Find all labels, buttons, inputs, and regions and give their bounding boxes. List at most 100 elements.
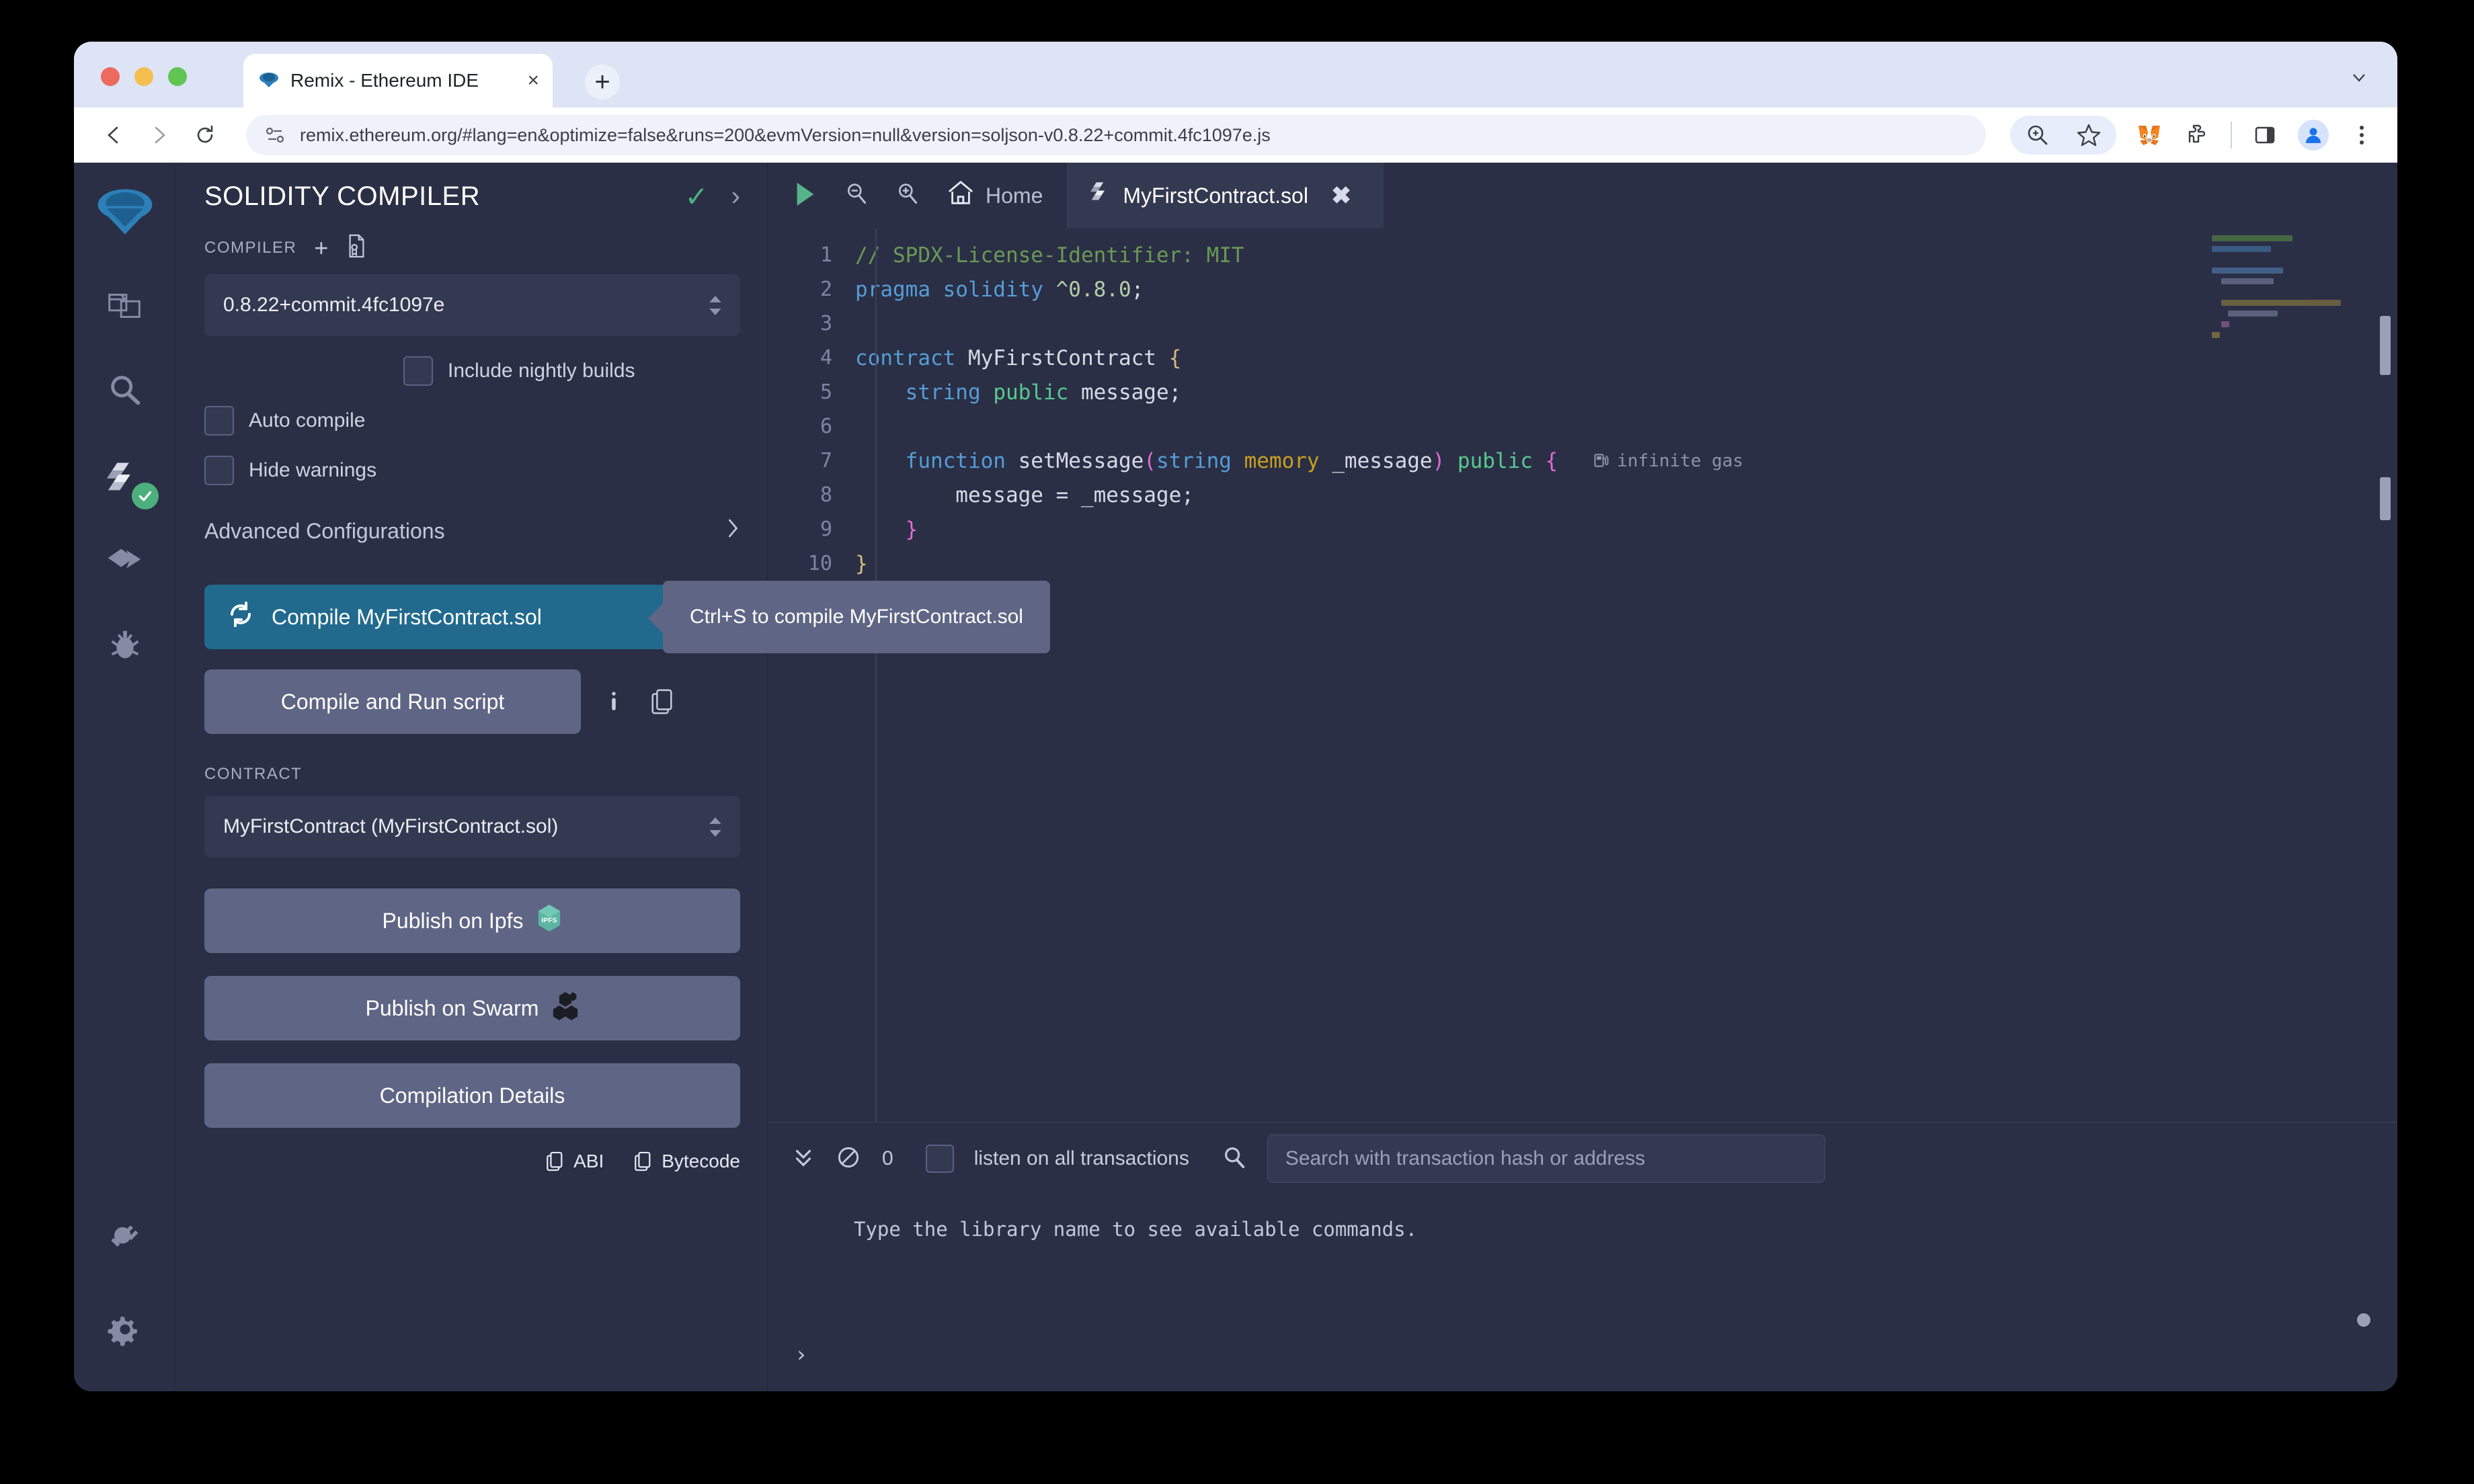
compiler-label-row: COMPILER + xyxy=(204,233,740,262)
minimize-window-button[interactable] xyxy=(134,67,153,86)
listen-all-transactions-checkbox[interactable] xyxy=(926,1145,954,1173)
remix-logo-icon[interactable] xyxy=(90,177,160,247)
screen: Remix - Ethereum IDE × + xyxy=(0,0,2474,1484)
home-label: Home xyxy=(986,183,1043,208)
sidebar-item-file-explorer[interactable] xyxy=(90,272,160,341)
double-chevron-down-icon[interactable] xyxy=(792,1143,815,1175)
browser-tab[interactable]: Remix - Ethereum IDE × xyxy=(243,54,553,108)
site-settings-icon[interactable] xyxy=(264,124,286,147)
code-editor[interactable]: 1// SPDX-License-Identifier: MIT 2pragma … xyxy=(768,229,2397,1122)
editor-tool-icons: Home xyxy=(768,179,1067,212)
zoom-in-icon[interactable] xyxy=(2022,120,2053,151)
publish-on-swarm-label: Publish on Swarm xyxy=(366,996,539,1021)
close-icon[interactable]: × xyxy=(527,71,539,91)
abi-bytecode-row: ABI Bytecode xyxy=(204,1151,740,1172)
remix-logo-icon xyxy=(257,69,281,93)
code-line: 8 message = _message; xyxy=(768,478,2397,512)
chevron-right-icon[interactable]: › xyxy=(731,181,740,212)
hide-warnings-checkbox[interactable] xyxy=(204,456,234,485)
page-title: SOLIDITY COMPILER xyxy=(204,181,480,212)
abi-label: ABI xyxy=(573,1151,604,1172)
reload-button[interactable] xyxy=(186,116,225,155)
new-tab-button[interactable]: + xyxy=(585,65,620,99)
side-panel-icon[interactable] xyxy=(2249,120,2280,151)
zoom-bookmark-pill xyxy=(2010,116,2116,155)
code-line: 10} xyxy=(768,546,2397,581)
close-window-button[interactable] xyxy=(101,67,120,86)
code-text: contract MyFirstContract { xyxy=(855,346,1181,370)
address-bar[interactable]: remix.ethereum.org/#lang=en&optimize=fal… xyxy=(246,115,1986,155)
terminal-body[interactable]: Type the library name to see available c… xyxy=(768,1195,2397,1391)
info-icon[interactable] xyxy=(598,686,629,717)
zoom-in-icon[interactable] xyxy=(895,181,920,211)
compile-success-check-icon: ✓ xyxy=(684,180,708,213)
sidebar-item-debugger[interactable] xyxy=(90,610,160,680)
zoom-out-icon[interactable] xyxy=(844,181,869,211)
code-line: 2pragma solidity ^0.8.0; xyxy=(768,272,2397,306)
compiler-version-value: 0.8.22+commit.4fc1097e xyxy=(223,294,444,317)
bookmark-star-icon[interactable] xyxy=(2073,120,2104,151)
sidebar-item-settings[interactable] xyxy=(90,1294,160,1364)
sidebar-item-deploy-run[interactable] xyxy=(90,526,160,595)
run-script-icon[interactable] xyxy=(792,180,817,212)
browser-window: Remix - Ethereum IDE × + xyxy=(74,42,2397,1391)
auto-compile-checkbox[interactable] xyxy=(204,406,234,436)
editor-scrollbar-thumb-lower[interactable] xyxy=(2380,477,2391,520)
transaction-search-input[interactable]: Search with transaction hash or address xyxy=(1267,1135,1825,1183)
compile-button-wrapper: Compile MyFirstContract.sol Ctrl+S to co… xyxy=(204,585,740,649)
sidebar-item-search[interactable] xyxy=(90,356,160,426)
profile-avatar[interactable] xyxy=(2298,120,2329,151)
clear-console-icon[interactable] xyxy=(835,1144,862,1174)
copy-abi-button[interactable]: ABI xyxy=(545,1151,604,1172)
home-button[interactable]: Home xyxy=(947,179,1043,212)
include-nightly-builds-checkbox[interactable] xyxy=(403,356,433,386)
panel-header-actions: ✓ › xyxy=(684,180,740,213)
swarm-icon xyxy=(552,991,579,1026)
compile-and-run-script-button[interactable]: Compile and Run script xyxy=(204,669,581,734)
browser-menu-icon[interactable] xyxy=(2346,120,2377,151)
close-icon[interactable]: ✖ xyxy=(1331,181,1351,210)
publish-on-swarm-button[interactable]: Publish on Swarm xyxy=(204,976,740,1040)
line-number: 1 xyxy=(768,243,855,267)
compiler-label: COMPILER xyxy=(204,239,296,257)
line-number: 3 xyxy=(768,312,855,335)
line-number: 4 xyxy=(768,346,855,370)
tab-strip-chevron-icon[interactable] xyxy=(2350,69,2368,91)
sidebar-item-plugin-manager[interactable] xyxy=(90,1200,160,1270)
code-text: } xyxy=(855,518,918,542)
copy-icon[interactable] xyxy=(647,686,678,717)
search-icon[interactable] xyxy=(1222,1145,1247,1173)
chevron-right-icon[interactable] xyxy=(725,518,740,544)
contract-select[interactable]: MyFirstContract (MyFirstContract.sol) xyxy=(204,796,740,858)
window-controls[interactable] xyxy=(101,67,187,86)
editor-scrollbar-thumb[interactable] xyxy=(2380,316,2391,375)
add-compiler-icon[interactable]: + xyxy=(314,234,328,262)
metamask-icon[interactable] xyxy=(2134,120,2165,151)
hide-warnings-row[interactable]: Hide warnings xyxy=(204,456,740,485)
editor-file-tab[interactable]: MyFirstContract.sol ✖ xyxy=(1068,163,1384,229)
browser-tab-strip: Remix - Ethereum IDE × + xyxy=(74,42,2397,108)
compiler-version-select[interactable]: 0.8.22+commit.4fc1097e xyxy=(204,274,740,336)
maximize-window-button[interactable] xyxy=(168,67,187,86)
copy-bytecode-button[interactable]: Bytecode xyxy=(633,1151,740,1172)
url-text: remix.ethereum.org/#lang=en&optimize=fal… xyxy=(300,125,1271,146)
code-text: // SPDX-License-Identifier: MIT xyxy=(855,243,1244,267)
back-button[interactable] xyxy=(94,116,133,155)
auto-compile-row[interactable]: Auto compile xyxy=(204,406,740,436)
contract-section: CONTRACT MyFirstContract (MyFirstContrac… xyxy=(204,765,740,858)
sidebar-item-solidity-compiler[interactable] xyxy=(90,441,160,511)
terminal-prompt[interactable]: › xyxy=(795,1342,807,1367)
extensions-icon[interactable] xyxy=(2182,120,2213,151)
include-nightly-builds-row[interactable]: Include nightly builds xyxy=(204,356,740,386)
code-text: message = _message; xyxy=(855,483,1194,507)
advanced-configurations-row[interactable]: Advanced Configurations xyxy=(204,518,740,554)
terminal-resize-knob[interactable] xyxy=(2357,1313,2370,1327)
certificate-file-icon[interactable] xyxy=(346,233,367,262)
forward-button[interactable] xyxy=(140,116,179,155)
code-lines: 1// SPDX-License-Identifier: MIT 2pragma … xyxy=(768,229,2397,581)
gutter-divider xyxy=(875,229,877,1122)
compile-run-row: Compile and Run script xyxy=(204,669,740,734)
compilation-details-button[interactable]: Compilation Details xyxy=(204,1063,740,1128)
publish-on-ipfs-button[interactable]: Publish on Ipfs IPFS xyxy=(204,889,740,953)
code-minimap[interactable] xyxy=(2212,235,2360,410)
